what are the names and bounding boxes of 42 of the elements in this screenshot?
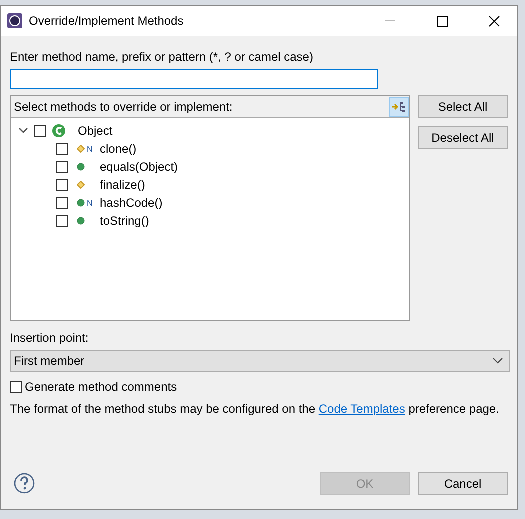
dropdown-chevron-icon [493, 358, 503, 364]
protected-method-icon [77, 145, 85, 153]
app-icon [7, 13, 23, 29]
insertion-point-label: Insertion point: [10, 331, 90, 346]
tree-checkbox[interactable] [34, 125, 46, 137]
tree-item-label[interactable]: Object [78, 124, 113, 138]
maximize-icon [436, 16, 448, 26]
dialog-button[interactable]: Cancel [418, 472, 508, 495]
native-marker: N [86, 200, 94, 208]
method-checkbox[interactable] [56, 215, 68, 227]
method-label[interactable]: hashCode() [100, 196, 163, 210]
method-checkbox[interactable] [56, 179, 68, 191]
protected-method-icon [77, 181, 85, 189]
info-text: The format of the method stubs may be configured on the Code Templates preference page. [10, 402, 500, 416]
expand-chevron-icon[interactable] [19, 128, 28, 134]
side-button[interactable]: Select All [418, 95, 508, 118]
method-checkbox[interactable] [56, 143, 68, 155]
public-method-icon [77, 199, 85, 207]
native-marker: N [86, 146, 94, 154]
method-checkbox[interactable] [56, 161, 68, 173]
method-label[interactable]: equals(Object) [100, 160, 178, 174]
comments-checkbox[interactable] [10, 381, 22, 393]
filter-label: Enter method name, prefix or pattern (*, ? or camel case) [10, 50, 314, 65]
window-title: Override/Implement Methods [29, 14, 185, 28]
help-icon[interactable] [14, 473, 35, 494]
public-method-icon [77, 163, 85, 171]
tree-layout-icon [392, 100, 406, 112]
class-icon [52, 124, 66, 138]
insertion-point-dropdown[interactable]: First member [10, 350, 510, 372]
public-method-icon [77, 217, 85, 225]
method-label[interactable]: clone() [100, 142, 137, 156]
close-icon [488, 16, 500, 26]
filter-field[interactable] [10, 69, 378, 89]
methods-panel-title: Select methods to override or implement: [14, 100, 233, 114]
side-button[interactable]: Deselect All [418, 126, 508, 149]
code-templates-link[interactable]: Code Templates [318, 402, 406, 416]
method-label[interactable]: finalize() [100, 178, 146, 192]
group-toggle-button[interactable] [389, 96, 409, 116]
comments-checkbox-label: Generate method comments [25, 380, 178, 394]
minimize-icon [385, 20, 395, 22]
method-label[interactable]: toString() [100, 214, 150, 228]
method-checkbox[interactable] [56, 197, 68, 209]
